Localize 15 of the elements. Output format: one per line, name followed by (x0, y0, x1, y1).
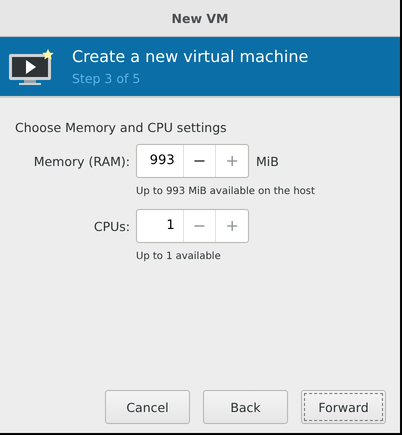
section-title: Choose Memory and CPU settings (15, 120, 228, 135)
step-label: Step 3 of 5 (72, 71, 142, 86)
monitor-play-icon (8, 48, 54, 86)
window-title: New VM (172, 10, 228, 26)
spin-button[interactable]: 993 − + (136, 144, 249, 178)
dialog-button[interactable]: Cancel (105, 390, 190, 424)
dialog-button[interactable]: Forward (301, 390, 386, 424)
header-title: Create a new virtual machine (72, 47, 308, 66)
unit-label: MiB (256, 154, 279, 168)
decrement-button[interactable]: − (182, 145, 216, 177)
field-label: Memory (RAM): (32, 154, 130, 168)
hint-text: Up to 993 MiB available on the host (136, 186, 316, 197)
dialog-button[interactable]: Back (203, 390, 288, 424)
field-label: CPUs: (92, 218, 130, 234)
hint-text: Up to 1 available (136, 251, 222, 262)
